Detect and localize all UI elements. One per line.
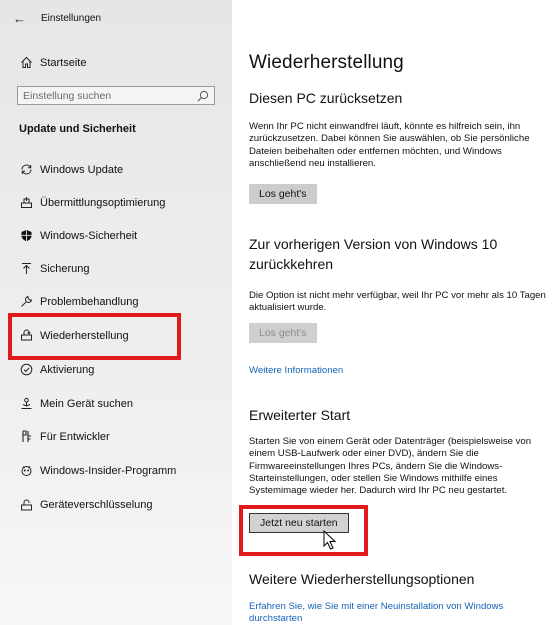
sidebar-item-label: Sicherung xyxy=(40,263,90,275)
sidebar-item-windows-security[interactable]: Windows-Sicherheit xyxy=(0,222,232,252)
home-icon xyxy=(19,56,33,70)
backup-arrow-icon xyxy=(19,262,33,276)
reset-heading: Diesen PC zurücksetzen xyxy=(249,90,403,106)
clean-install-link[interactable]: Erfahren Sie, wie Sie mit einer Neuinsta… xyxy=(249,601,549,625)
sidebar-item-label: Startseite xyxy=(40,57,87,69)
check-circle-icon xyxy=(19,363,33,377)
insider-icon xyxy=(19,464,33,478)
reset-description: Wenn Ihr PC nicht einwandfrei läuft, kön… xyxy=(249,121,530,169)
section-title: Update und Sicherheit xyxy=(19,123,136,135)
highlight-frame-restart xyxy=(239,505,368,556)
sidebar-item-label: Windows-Insider-Programm xyxy=(40,465,177,477)
more-info-link[interactable]: Weitere Informationen xyxy=(249,365,549,377)
previous-version-start-button[interactable]: Los geht's xyxy=(249,323,317,343)
back-arrow-icon[interactable]: ← xyxy=(13,12,26,25)
sidebar-item-label: Problembehandlung xyxy=(40,296,139,308)
sidebar-item-label: Übermittlungsoptimierung xyxy=(40,197,166,209)
sidebar-item-find-device[interactable]: Mein Gerät suchen xyxy=(0,390,232,420)
sidebar-item-encryption[interactable]: Geräteverschlüsselung xyxy=(0,491,232,521)
search-field[interactable] xyxy=(17,86,215,105)
sidebar-item-activation[interactable]: Aktivierung xyxy=(0,356,232,386)
sidebar-item-insider[interactable]: Windows-Insider-Programm xyxy=(0,457,232,487)
find-device-icon xyxy=(19,397,33,411)
reset-start-button[interactable]: Los geht's xyxy=(249,184,317,204)
sidebar-item-delivery-optimization[interactable]: Übermittlungsoptimierung xyxy=(0,189,232,219)
sidebar-item-label: Windows Update xyxy=(40,164,124,176)
sidebar-item-label: Für Entwickler xyxy=(40,431,110,443)
shield-icon xyxy=(19,229,33,243)
window-title: Einstellungen xyxy=(41,13,102,24)
sidebar-item-label: Geräteverschlüsselung xyxy=(40,499,153,511)
delivery-optimization-icon xyxy=(19,196,33,210)
sidebar-item-home[interactable]: Startseite xyxy=(0,49,232,79)
content-pane: Wiederherstellung Diesen PC zurücksetzen… xyxy=(232,0,555,625)
sync-icon xyxy=(19,163,33,177)
mouse-cursor-icon xyxy=(323,530,337,550)
wrench-icon xyxy=(19,295,33,309)
advanced-start-heading: Erweiterter Start xyxy=(249,407,351,423)
title-bar: ← Einstellungen xyxy=(0,0,232,34)
developer-icon xyxy=(19,430,33,444)
search-icon[interactable] xyxy=(197,90,209,102)
sidebar-item-label: Aktivierung xyxy=(40,364,95,376)
page-title: Wiederherstellung xyxy=(249,52,404,73)
sidebar-item-windows-update[interactable]: Windows Update xyxy=(0,156,232,186)
highlight-frame-recovery xyxy=(8,313,181,360)
sidebar: ← Einstellungen Startseite Update und Si… xyxy=(0,0,232,625)
sidebar-item-backup[interactable]: Sicherung xyxy=(0,255,232,285)
lock-icon xyxy=(19,498,33,512)
previous-version-heading: Zur vorherigen Version von Windows 10 zu… xyxy=(249,236,498,272)
sidebar-item-label: Mein Gerät suchen xyxy=(40,398,133,410)
sidebar-item-label: Windows-Sicherheit xyxy=(40,230,138,242)
advanced-start-description: Starten Sie von einem Gerät oder Datentr… xyxy=(249,436,532,497)
sidebar-item-developer[interactable]: Für Entwickler xyxy=(0,423,232,453)
previous-version-description: Die Option ist nicht mehr verfügbar, wei… xyxy=(249,290,546,314)
more-recovery-heading: Weitere Wiederherstellungsoptionen xyxy=(249,571,475,587)
search-input[interactable] xyxy=(23,89,193,103)
